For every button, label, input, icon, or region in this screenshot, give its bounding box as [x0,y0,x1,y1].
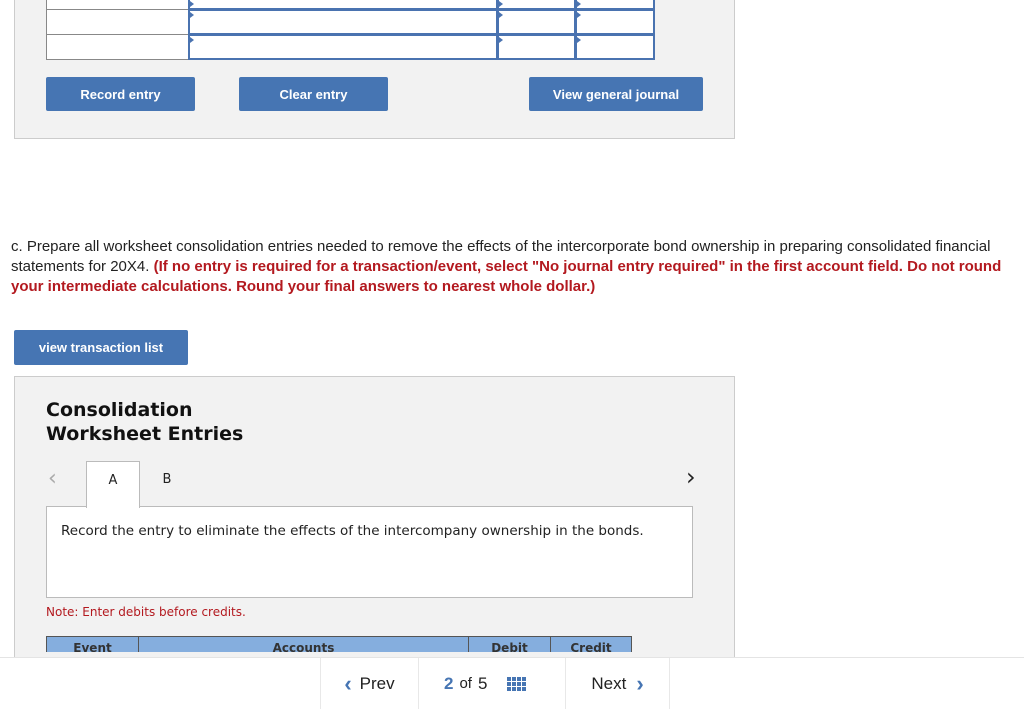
view-transaction-list-button[interactable]: view transaction list [14,330,188,365]
instruction-text: Record the entry to eliminate the effect… [61,523,644,539]
event-cell[interactable] [46,9,189,35]
debit-cell[interactable] [497,34,576,60]
column-header-debit: Debit [468,636,551,652]
view-general-journal-button[interactable]: View general journal [529,77,703,111]
tab-label: B [162,472,172,487]
chevron-right-icon: › [636,670,644,696]
next-label: Next [591,673,627,693]
grid-icon[interactable] [507,676,527,691]
clear-entry-button[interactable]: Clear entry [239,77,388,111]
credit-cell[interactable] [575,34,655,60]
title-line: Worksheet Entries [46,423,244,445]
account-cell[interactable] [188,34,498,60]
account-cell[interactable] [188,9,498,35]
of-label: of [459,675,472,692]
pagination-bar: ‹ Prev 2 of 5 Next › [0,657,1024,709]
record-entry-button[interactable]: Record entry [46,77,195,111]
chevron-right-icon[interactable]: › [686,463,696,491]
tab-label: A [108,473,118,488]
current-page: 2 [444,673,454,693]
prev-button[interactable]: ‹ Prev [320,658,418,709]
chevron-left-icon[interactable]: ‹ [48,466,57,491]
tab-b[interactable]: B [150,472,184,487]
column-header-credit: Credit [550,636,632,652]
event-cell[interactable] [46,34,189,60]
next-button[interactable]: Next › [565,658,670,709]
worksheet-title: Consolidation Worksheet Entries [46,398,243,446]
page-indicator[interactable]: 2 of 5 [418,658,565,709]
title-line: Consolidation [46,399,193,421]
note-text: Note: Enter debits before credits. [46,605,246,619]
question-instruction: (If no entry is required for a transacti… [11,258,1002,295]
credit-cell[interactable] [575,9,655,35]
prev-label: Prev [359,673,395,693]
debit-cell[interactable] [497,9,576,35]
tab-a[interactable]: A [86,461,140,508]
column-header-event: Event [46,636,139,652]
chevron-left-icon: ‹ [344,670,352,696]
instruction-box: Record the entry to eliminate the effect… [46,506,693,598]
column-header-accounts: Accounts [138,636,469,652]
question-text: c. Prepare all worksheet consolidation e… [11,237,1023,297]
total-pages: 5 [477,673,488,693]
